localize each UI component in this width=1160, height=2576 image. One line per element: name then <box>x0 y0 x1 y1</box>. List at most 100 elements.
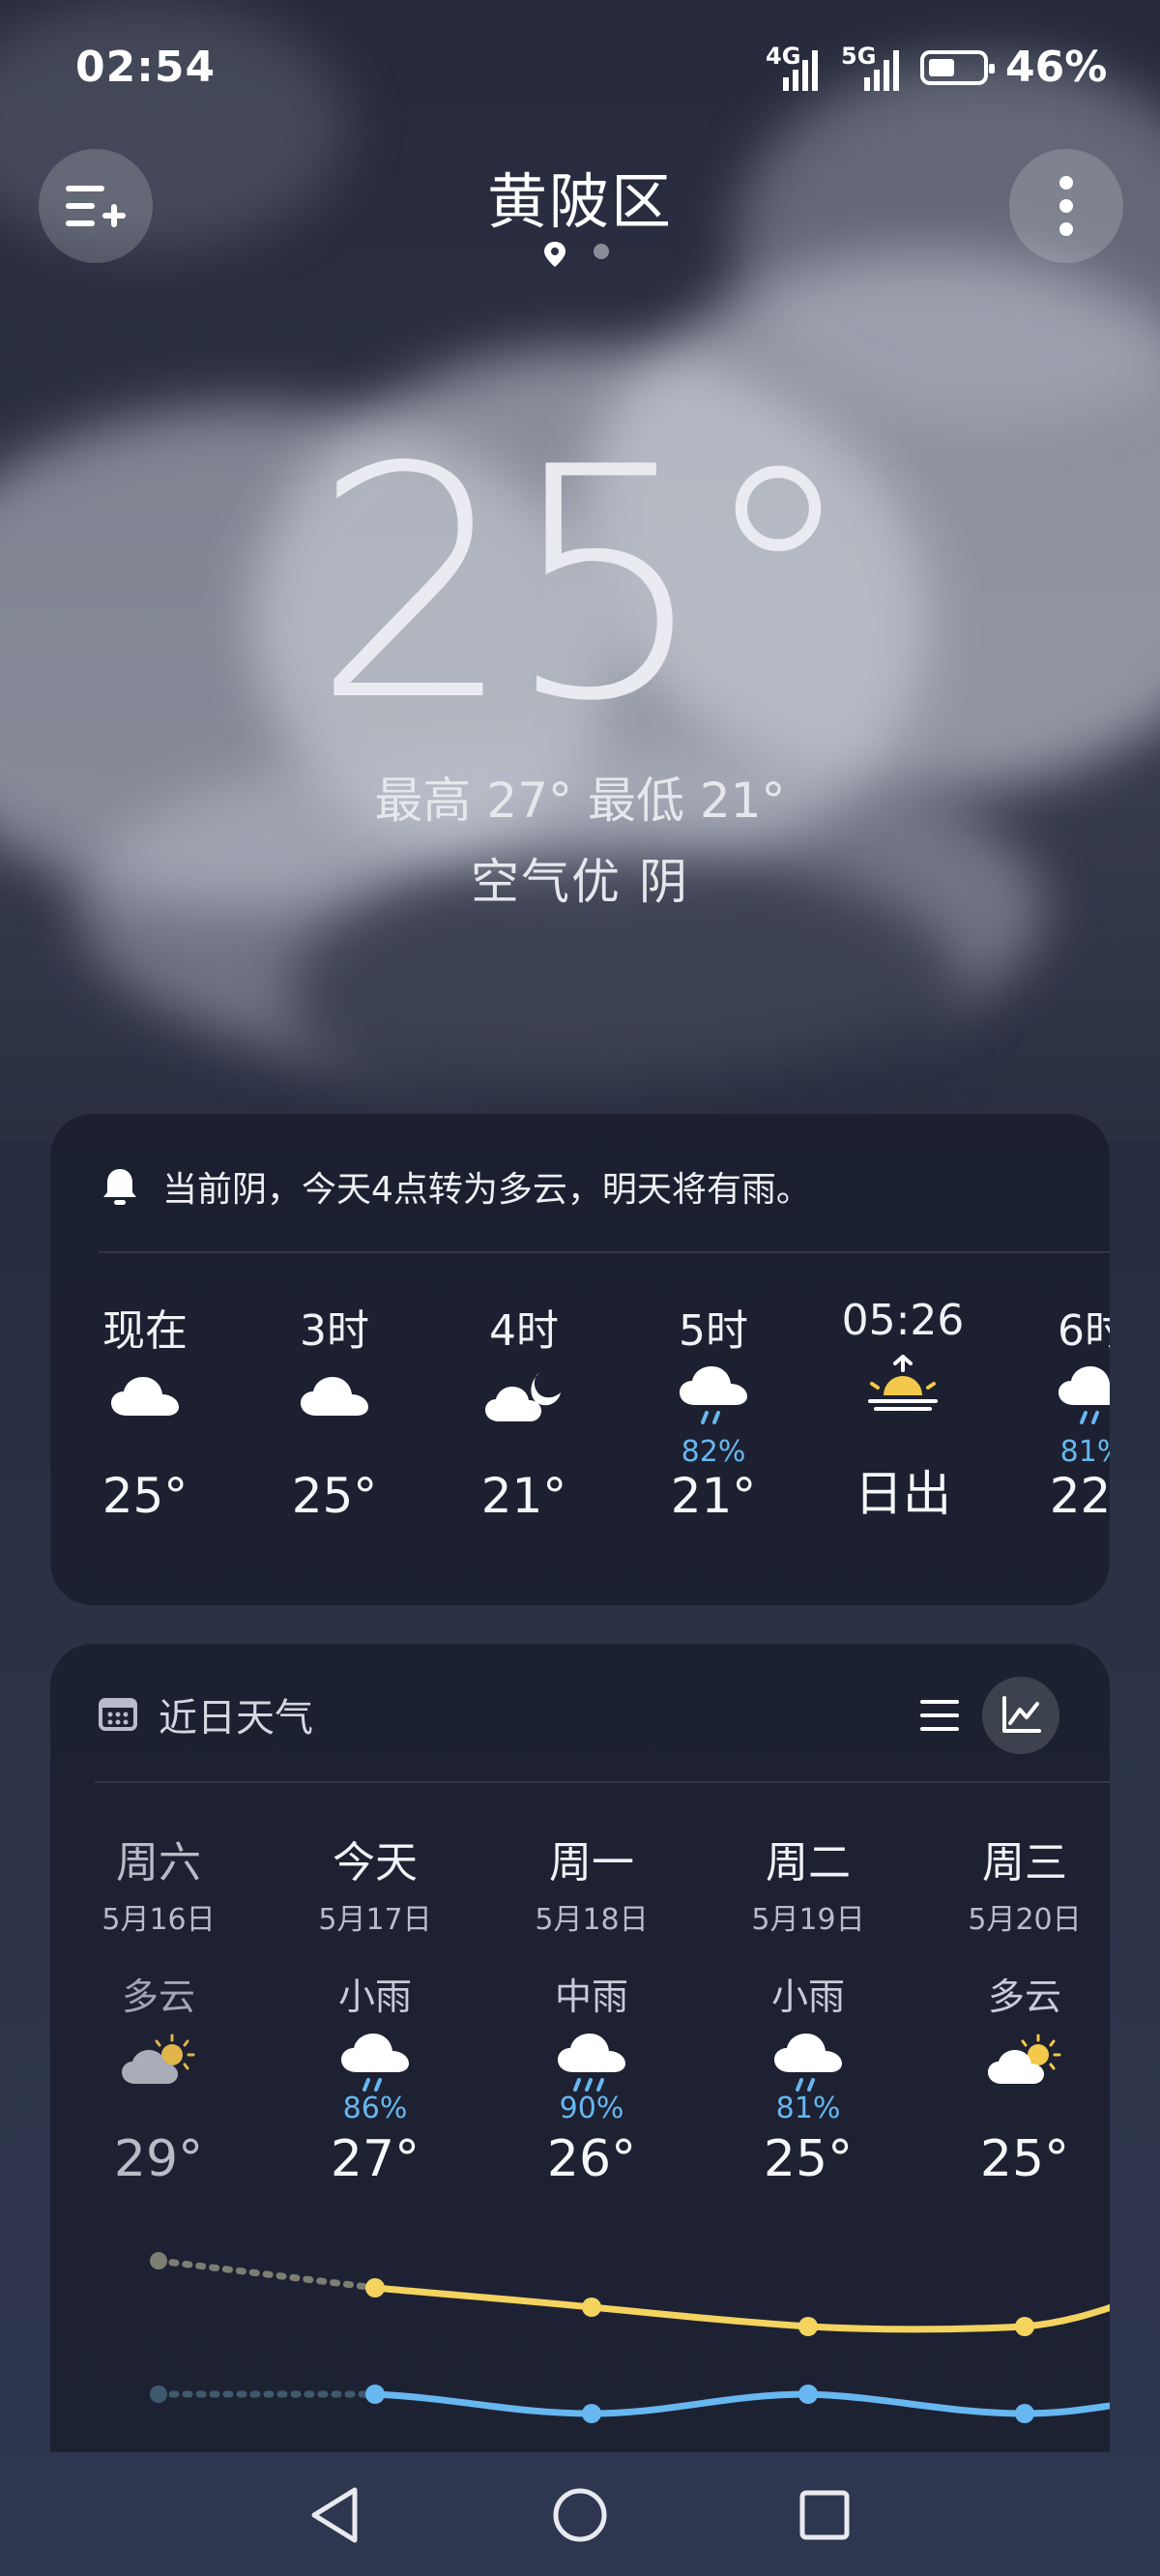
recents-button[interactable] <box>781 2472 868 2559</box>
high-temp-point <box>798 2317 818 2336</box>
daily-item[interactable]: 周二 5月19日 小雨 81% 25° <box>711 1828 905 2188</box>
low-temp-point <box>150 2386 167 2403</box>
alert-text: 当前阴，今天4点转为多云，明天将有雨。 <box>162 1170 811 1210</box>
day-weather: 多云 <box>121 1976 195 2018</box>
day-name: 今天 <box>333 1838 418 1888</box>
day-precip: 86% <box>342 2092 408 2125</box>
page-indicator <box>544 242 609 267</box>
day-name: 周一 <box>549 1838 634 1888</box>
day-precip <box>62 2092 255 2130</box>
signal-5g-icon <box>864 50 899 91</box>
day-name: 周三 <box>982 1838 1067 1888</box>
status-time: 02:54 <box>75 43 217 92</box>
day-name: 周六 <box>116 1838 201 1888</box>
home-circle-icon <box>553 2488 607 2542</box>
day-date: 5月19日 <box>751 1903 865 1937</box>
current-temperature: 25° <box>311 399 858 771</box>
sunrise-icon <box>826 1345 980 1422</box>
air-quality-weather: 空气优 阴 <box>471 854 689 910</box>
day-high-temp: 29° <box>113 2130 204 2188</box>
day-weather: 中雨 <box>554 1976 628 2018</box>
hour-precip <box>68 1435 222 1468</box>
chart-view-button[interactable] <box>982 1677 1059 1754</box>
day-date: 5月18日 <box>535 1903 649 1937</box>
partly-cloudy-icon <box>62 2034 255 2092</box>
hour-temp: 25° <box>291 1468 378 1524</box>
hour-temp: 25° <box>102 1468 188 1524</box>
high-temp-point <box>365 2278 385 2298</box>
high-temp-point <box>582 2298 601 2317</box>
daily-item[interactable]: 周一 5月18日 中雨 90% 26° <box>495 1828 688 2188</box>
hour-precip: 81% <box>1059 1435 1110 1469</box>
chart-view-icon <box>1002 1696 1041 1733</box>
day-name: 周二 <box>766 1838 851 1888</box>
day-weather: 多云 <box>987 1976 1061 2018</box>
back-triangle-icon <box>311 2487 358 2543</box>
divider <box>95 1781 1110 1783</box>
hourly-item: 5时 82% 21° <box>636 1296 791 1524</box>
battery-percentage: 46% <box>1005 43 1108 92</box>
divider <box>99 1251 1110 1253</box>
rain-icon <box>636 1358 791 1435</box>
more-vertical-icon <box>1059 176 1073 236</box>
list-view-icon <box>920 1700 959 1731</box>
recents-square-icon <box>799 2490 850 2540</box>
hourly-forecast-card[interactable]: 当前阴，今天4点转为多云，明天将有雨。 现在 25° 3时 25° 4时 21° <box>50 1114 1110 1605</box>
cloud-icon <box>257 1358 412 1435</box>
day-date: 5月20日 <box>968 1903 1082 1937</box>
hourly-item: 3时 25° <box>257 1296 412 1524</box>
hour-temp: 21° <box>670 1468 757 1524</box>
battery-icon <box>920 50 995 85</box>
day-date: 5月17日 <box>318 1903 432 1937</box>
daily-section-title: 近日天气 <box>159 1696 313 1741</box>
more-options-button[interactable] <box>1009 149 1123 263</box>
hour-precip <box>257 1435 412 1468</box>
city-name[interactable]: 黄陂区 <box>0 153 1160 240</box>
hourly-item: 05:26 日出 <box>826 1296 980 1525</box>
rain-icon <box>711 2034 905 2092</box>
hour-label: 现在 <box>102 1306 188 1356</box>
low-temp-point <box>798 2385 818 2404</box>
day-precip <box>928 2092 1110 2130</box>
back-button[interactable] <box>292 2472 379 2559</box>
hourly-item: 4时 21° <box>447 1296 601 1524</box>
temperature-trend-chart <box>150 2252 1110 2423</box>
hourly-item: 6时 81% 22° <box>1015 1296 1110 1524</box>
system-navigation-bar <box>0 2452 1160 2576</box>
cloud-icon <box>68 1358 222 1435</box>
hour-label: 4时 <box>489 1306 559 1356</box>
home-button[interactable] <box>536 2472 624 2559</box>
day-high-temp: 26° <box>546 2130 637 2188</box>
hour-label: 6时 <box>1058 1306 1110 1356</box>
list-view-button[interactable] <box>901 1677 978 1754</box>
day-weather: 小雨 <box>337 1976 412 2018</box>
hour-temp: 22° <box>1049 1468 1110 1524</box>
high-temp-past-segment <box>155 2257 379 2292</box>
rain-icon <box>495 2034 688 2092</box>
day-high-temp: 25° <box>763 2130 854 2188</box>
hour-label: 5时 <box>679 1306 748 1356</box>
day-precip: 90% <box>559 2092 624 2125</box>
high-temp-point <box>1015 2317 1034 2336</box>
hour-precip <box>826 1422 980 1455</box>
sunrise-label: 日出 <box>855 1466 951 1522</box>
day-date: 5月16日 <box>102 1903 216 1937</box>
status-bar: 02:54 4G 5G 46% <box>0 0 1160 135</box>
daily-item[interactable]: 周六 5月16日 多云 29° <box>62 1828 255 2188</box>
daily-item[interactable]: 今天 5月17日 小雨 86% 27° <box>278 1828 472 2188</box>
low-temp-point <box>582 2404 601 2423</box>
hour-label: 3时 <box>300 1306 369 1356</box>
partly-cloudy-icon <box>928 2034 1110 2092</box>
low-temp-point <box>365 2385 385 2404</box>
hourly-item: 现在 25° <box>68 1296 222 1524</box>
hour-precip <box>447 1435 601 1468</box>
hour-label: 05:26 <box>841 1296 965 1345</box>
hour-temp: 21° <box>480 1468 567 1524</box>
daily-item[interactable]: 周三 5月20日 多云 25° <box>928 1828 1110 2188</box>
bell-icon <box>103 1169 136 1205</box>
cloud-moon-icon <box>447 1358 601 1435</box>
day-high-temp: 27° <box>330 2130 420 2188</box>
signal-4g-icon <box>783 50 818 91</box>
daily-forecast-card[interactable]: 近日天气 周六 5月16日 多云 29° 今天 5月17日 小雨 86% 27°… <box>50 1644 1110 2452</box>
weather-alert[interactable]: 当前阴，今天4点转为多云，明天将有雨。 <box>99 1153 811 1220</box>
